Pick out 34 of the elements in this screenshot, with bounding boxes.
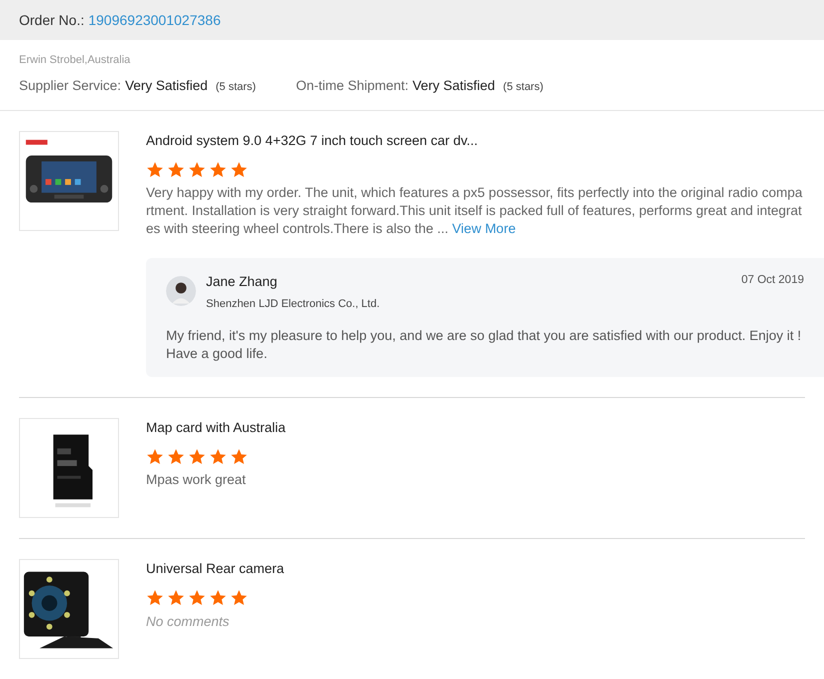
replier-name: Jane Zhang [206,273,278,291]
star-icon [146,448,164,466]
star-icon [188,161,206,179]
star-icon [167,161,185,179]
rating-value: Very Satisfied [412,76,496,95]
star-icon [146,589,164,607]
product-title[interactable]: Universal Rear camera [146,558,805,579]
star-icon [209,448,227,466]
star-icon [209,589,227,607]
review-comment: Mpas work great [146,471,247,489]
rating-stars-text: (5 stars) [216,80,256,94]
reply-date: 07 Oct 2019 [741,273,804,288]
rating-label: Supplier Service: [19,76,122,95]
rating-label: On-time Shipment: [296,76,408,95]
product-title[interactable]: Android system 9.0 4+32G 7 inch touch screen car dv... [146,130,805,151]
rating-stars-text: (5 stars) [503,80,544,94]
star-icon [167,448,185,466]
product-title[interactable]: Map card with Australia [146,418,805,438]
order-label: Order No.: [19,10,84,30]
star-icon [146,161,164,179]
buyer-name: Erwin Strobel,Australia [19,53,132,68]
replier-company: Shenzhen LJD Electronics Co., Ltd. [206,297,381,312]
star-icon [209,161,227,179]
review-comment: Very happy with my order. The unit, which features a px5 possessor, fits perfectly into the original radio compartment. Installation is very straight forward.This unit itself is packed full of features, performs great and integrates with steering wheel controls.There is also the ... View More [146,184,804,238]
view-more-link[interactable]: View More [452,221,516,236]
rating-value: Very Satisfied [125,76,208,95]
no-comments-text: No comments [146,613,230,631]
star-icon [230,161,248,179]
star-icon [230,589,248,607]
star-icon [188,589,206,607]
reply-text: My friend, it's my pleasure to help you, and we are so glad that you are satisfied with our product. Enjoy it ! Have a good life. [166,326,802,363]
star-icon [167,589,185,607]
star-icon [188,448,206,466]
star-icon [230,448,248,466]
